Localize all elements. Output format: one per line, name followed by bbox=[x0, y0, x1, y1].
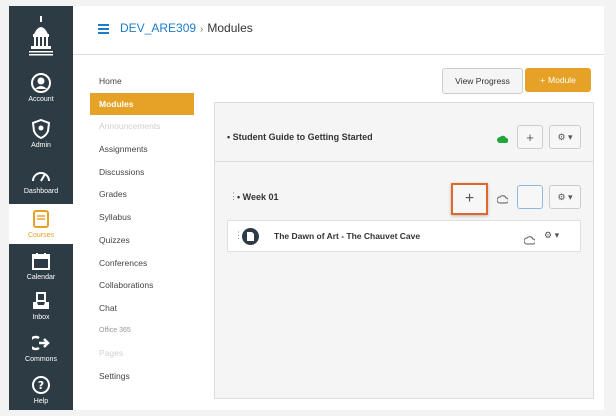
course-nav-announcements[interactable]: Announcements bbox=[90, 115, 194, 138]
module-title-text: Student Guide to Getting Started bbox=[232, 132, 373, 142]
course-nav-home[interactable]: Home bbox=[90, 70, 194, 93]
account-icon bbox=[30, 72, 52, 94]
screenshot-frame: Account Admin Dashboard Courses Calendar bbox=[0, 0, 616, 416]
module-item-title[interactable]: The Dawn of Art - The Chauvet Cave bbox=[274, 231, 420, 241]
hamburger-menu-icon[interactable] bbox=[98, 24, 109, 34]
course-nav-syllabus[interactable]: Syllabus bbox=[90, 206, 194, 229]
inbox-icon bbox=[30, 290, 52, 312]
module-header[interactable]: • Student Guide to Getting Started + ⚙ ▾ bbox=[215, 113, 593, 162]
module-header[interactable]: ⋮ • Week 01 ⚙ ▾ bbox=[215, 173, 593, 221]
breadcrumb-current-page: Modules bbox=[207, 21, 253, 35]
global-nav-label: Dashboard bbox=[23, 188, 59, 195]
global-nav-dashboard[interactable]: Dashboard bbox=[9, 164, 73, 204]
global-nav-label: Account bbox=[28, 96, 54, 103]
plus-icon: + bbox=[540, 75, 546, 85]
add-item-button[interactable]: + bbox=[517, 125, 543, 149]
global-nav-account[interactable]: Account bbox=[9, 72, 73, 112]
course-nav-quizzes[interactable]: Quizzes bbox=[90, 229, 194, 252]
course-nav-grades[interactable]: Grades bbox=[90, 183, 194, 206]
course-nav-collaborations[interactable]: Collaborations bbox=[90, 274, 194, 297]
global-nav-help[interactable]: ? Help bbox=[9, 374, 73, 410]
global-nav-commons[interactable]: Commons bbox=[9, 332, 73, 372]
breadcrumb: DEV_ARE309 › Modules bbox=[120, 21, 253, 35]
main-content: DEV_ARE309 › Modules Home Modules Announce… bbox=[73, 6, 604, 410]
add-item-button-focused[interactable] bbox=[517, 185, 543, 209]
modules-list: • Student Guide to Getting Started + ⚙ ▾… bbox=[214, 102, 594, 399]
calendar-icon bbox=[30, 250, 52, 272]
commons-icon bbox=[30, 332, 52, 354]
module-title-text: Week 01 bbox=[242, 192, 279, 202]
published-cloud-icon[interactable] bbox=[497, 131, 509, 149]
course-nav-pages[interactable]: Pages bbox=[90, 342, 194, 365]
item-settings-button[interactable]: ⚙ ▾ bbox=[544, 230, 559, 241]
capitol-dome-icon bbox=[29, 16, 53, 56]
shield-icon bbox=[30, 118, 52, 140]
course-nav-modules[interactable]: Modules bbox=[90, 92, 194, 116]
module-title: • Week 01 bbox=[237, 192, 279, 202]
course-nav-assignments[interactable]: Assignments bbox=[90, 138, 194, 161]
course-navigation: Home Modules Announcements Assignments D… bbox=[90, 70, 194, 388]
course-nav-chat[interactable]: Chat bbox=[90, 297, 194, 320]
add-module-label: Module bbox=[548, 75, 576, 85]
global-nav-admin[interactable]: Admin bbox=[9, 118, 73, 158]
global-nav-courses[interactable]: Courses bbox=[9, 204, 73, 244]
module-title: • Student Guide to Getting Started bbox=[227, 132, 373, 142]
course-nav-conferences[interactable]: Conferences bbox=[90, 252, 194, 275]
view-progress-button[interactable]: View Progress bbox=[442, 68, 523, 94]
add-module-button[interactable]: + Module bbox=[525, 68, 591, 92]
help-icon: ? bbox=[30, 374, 52, 396]
unpublished-cloud-icon[interactable] bbox=[523, 232, 537, 250]
page-header: DEV_ARE309 › Modules bbox=[73, 6, 604, 55]
course-nav-settings[interactable]: Settings bbox=[90, 365, 194, 388]
global-nav-calendar[interactable]: Calendar bbox=[9, 250, 73, 290]
institution-logo[interactable] bbox=[9, 14, 73, 64]
module-settings-button[interactable]: ⚙ ▾ bbox=[549, 125, 581, 149]
global-nav-inbox[interactable]: Inbox bbox=[9, 290, 73, 330]
breadcrumb-course-link[interactable]: DEV_ARE309 bbox=[120, 21, 196, 35]
course-nav-discussions[interactable]: Discussions bbox=[90, 161, 194, 184]
book-icon bbox=[30, 208, 52, 230]
breadcrumb-separator: › bbox=[200, 24, 204, 35]
module-bullet: • bbox=[227, 132, 231, 142]
module-bullet: • bbox=[237, 192, 241, 202]
unpublished-cloud-icon[interactable] bbox=[496, 191, 510, 209]
global-nav-label: Calendar bbox=[26, 274, 56, 281]
course-nav-office-365[interactable]: Office 365 bbox=[90, 320, 194, 343]
svg-text:?: ? bbox=[38, 379, 44, 392]
module-item[interactable]: ⋮ The Dawn of Art - The Chauvet Cave ⚙ ▾ bbox=[227, 220, 581, 252]
global-nav-label: Help bbox=[33, 398, 49, 405]
global-navigation: Account Admin Dashboard Courses Calendar bbox=[9, 6, 73, 410]
dashboard-icon bbox=[30, 164, 52, 186]
global-nav-label: Inbox bbox=[32, 314, 50, 321]
module-settings-button[interactable]: ⚙ ▾ bbox=[549, 185, 581, 209]
global-nav-label: Courses bbox=[27, 232, 55, 239]
add-item-button-highlighted[interactable]: + bbox=[451, 183, 488, 215]
global-nav-label: Admin bbox=[31, 142, 51, 149]
global-nav-label: Commons bbox=[25, 356, 57, 363]
page-icon bbox=[242, 228, 259, 245]
